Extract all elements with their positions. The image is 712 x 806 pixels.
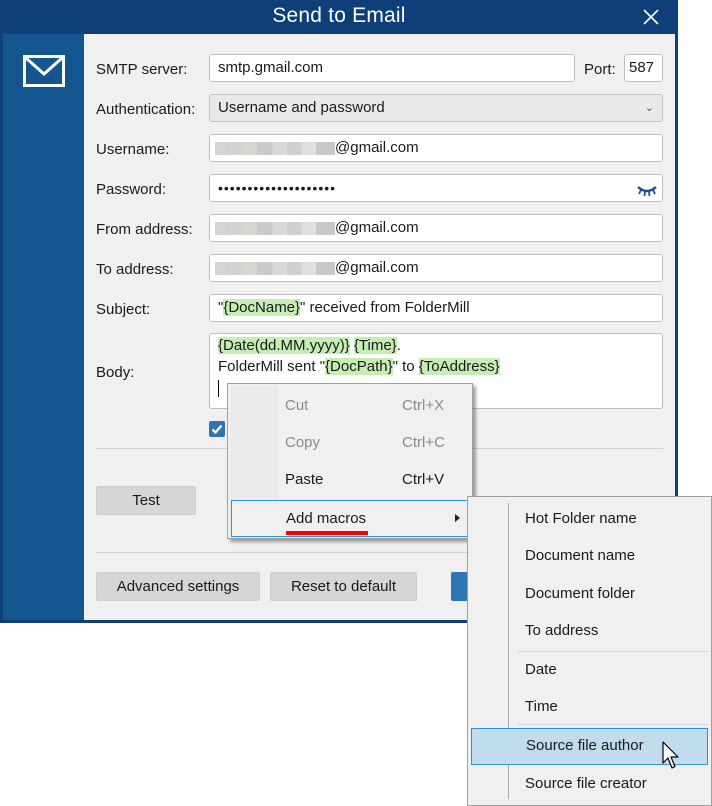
username-value: @gmail.com	[335, 139, 419, 156]
annotation-underline	[286, 531, 368, 535]
menu-item-label: Add macros	[286, 510, 367, 527]
username-input[interactable]: @gmail.com	[209, 134, 663, 162]
from-address-value: @gmail.com	[335, 219, 419, 236]
sidebar	[3, 34, 84, 620]
chevron-down-icon: ⌄	[644, 102, 654, 114]
macro-toaddress: {ToAddress}	[418, 358, 500, 375]
macro-docname: {DocName}	[223, 299, 301, 316]
context-menu: Cut Ctrl+X Copy Ctrl+C Paste Ctrl+V Add …	[227, 383, 473, 539]
menu-item-shortcut: Ctrl+X	[402, 397, 445, 414]
menu-item-paste[interactable]: Paste Ctrl+V	[228, 462, 472, 499]
menu-item-shortcut: Ctrl+V	[402, 471, 445, 488]
password-input[interactable]: ••••••••••••••••••••	[209, 174, 663, 202]
submenu-item-time[interactable]: Time	[471, 689, 708, 726]
dialog-title: Send to Email	[272, 4, 406, 27]
submenu-item-date[interactable]: Date	[471, 652, 708, 689]
menu-item-shortcut: Ctrl+C	[402, 434, 445, 451]
smtp-server-label: SMTP server:	[96, 61, 188, 78]
submenu-item-document-name[interactable]: Document name	[471, 538, 708, 575]
submenu-item-label: Date	[525, 661, 557, 678]
eye-closed-icon	[637, 186, 657, 197]
menu-item-label: Copy	[285, 434, 321, 451]
subject-input[interactable]: "{DocName}" received from FolderMill	[209, 294, 663, 322]
mouse-pointer-icon	[662, 741, 679, 769]
submenu-item-label: Hot Folder name	[525, 510, 637, 527]
submenu-item-to-address[interactable]: To address	[471, 613, 708, 650]
submenu-arrow-icon	[455, 514, 460, 522]
password-label: Password:	[96, 181, 167, 198]
body-line-2: FolderMill sent "{DocPath}" to {ToAddres…	[218, 356, 654, 377]
body-text: FolderMill sent "	[218, 358, 326, 375]
macro-date: {Date(dd.MM.yyyy)}	[218, 337, 350, 354]
option-checkbox[interactable]	[209, 421, 225, 437]
advanced-settings-button[interactable]: Advanced settings	[96, 572, 260, 601]
submenu-item-hot-folder-name[interactable]: Hot Folder name	[471, 501, 708, 538]
from-address-label: From address:	[96, 221, 193, 238]
reset-to-default-button[interactable]: Reset to default	[270, 572, 417, 601]
checkmark-icon	[211, 424, 223, 435]
submenu-item-label: Source file author	[526, 737, 644, 754]
macro-docpath: {DocPath}	[325, 358, 393, 375]
port-value: 587	[629, 59, 655, 76]
menu-item-cut[interactable]: Cut Ctrl+X	[228, 388, 472, 425]
submenu-item-source-file-creator[interactable]: Source file creator	[471, 766, 708, 803]
body-text: .	[396, 337, 401, 354]
text-caret	[218, 379, 219, 397]
submenu-item-label: Time	[525, 698, 558, 715]
redacted-text	[215, 141, 335, 155]
menu-item-copy[interactable]: Copy Ctrl+C	[228, 425, 472, 462]
subject-text: " received from FolderMill	[300, 299, 470, 316]
close-button[interactable]	[640, 6, 662, 28]
authentication-value: Username and password	[218, 99, 385, 116]
from-address-input[interactable]: @gmail.com	[209, 214, 663, 242]
close-icon	[643, 9, 659, 25]
authentication-label: Authentication:	[96, 101, 196, 118]
menu-item-label: Paste	[285, 471, 324, 488]
envelope-icon	[23, 55, 65, 87]
submenu-item-document-folder[interactable]: Document folder	[471, 576, 708, 613]
macro-time: {Time}	[353, 337, 397, 354]
submenu-item-label: Source file creator	[525, 775, 647, 792]
port-label: Port:	[584, 61, 616, 78]
subject-label: Subject:	[96, 301, 151, 318]
to-address-value: @gmail.com	[335, 259, 419, 276]
authentication-select[interactable]: Username and password ⌄	[209, 94, 663, 122]
body-line-1: {Date(dd.MM.yyyy)} {Time}.	[218, 335, 654, 356]
submenu-item-label: To address	[525, 622, 599, 639]
username-label: Username:	[96, 141, 170, 158]
test-button[interactable]: Test	[96, 486, 196, 515]
show-password-toggle[interactable]	[636, 180, 658, 201]
port-input[interactable]: 587	[624, 54, 663, 82]
redacted-text	[215, 261, 335, 275]
redacted-text	[215, 221, 335, 235]
smtp-server-value: smtp.gmail.com	[218, 59, 324, 76]
body-label: Body:	[96, 364, 135, 381]
password-value: ••••••••••••••••••••	[218, 180, 337, 196]
menu-separator	[518, 724, 708, 725]
body-text: " to	[392, 358, 419, 375]
title-bar: Send to Email	[0, 0, 678, 34]
menu-item-add-macros[interactable]: Add macros	[231, 500, 471, 537]
menu-item-label: Cut	[285, 397, 309, 414]
submenu-item-label: Document folder	[525, 585, 636, 602]
submenu-item-label: Document name	[525, 547, 636, 564]
to-address-input[interactable]: @gmail.com	[209, 254, 663, 282]
to-address-label: To address:	[96, 261, 174, 278]
smtp-server-input[interactable]: smtp.gmail.com	[209, 54, 575, 82]
